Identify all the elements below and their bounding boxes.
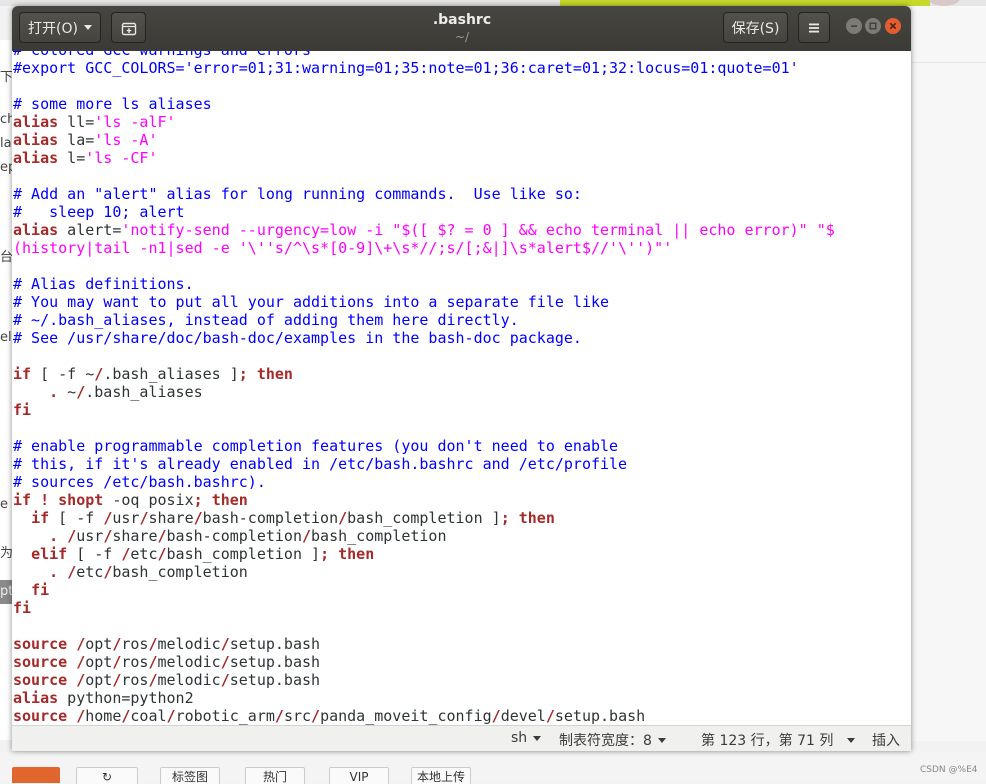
maximize-icon: [869, 22, 877, 30]
new-tab-button[interactable]: [111, 12, 146, 43]
chevron-down-icon: [533, 735, 542, 741]
insert-mode-label: 插入: [872, 733, 900, 749]
minimize-icon: [851, 25, 857, 27]
hamburger-icon: [809, 23, 819, 32]
status-bar: sh 制表符宽度：8 第 123 行，第 71 列 插入: [12, 725, 911, 751]
chevron-down-icon: [657, 737, 666, 743]
background-right-panel: [911, 6, 986, 741]
chevron-down-icon: [83, 25, 92, 30]
background-text-fragment: la: [0, 136, 12, 151]
language-label: sh: [511, 730, 528, 746]
window-subtitle: ~/: [454, 30, 470, 44]
menu-button[interactable]: [798, 12, 830, 43]
insert-mode-indicator[interactable]: 插入: [872, 730, 900, 750]
new-tab-icon: [121, 22, 136, 35]
tab-width-selector[interactable]: 制表符宽度：8: [559, 730, 666, 750]
chevron-down-icon: [847, 737, 856, 743]
background-text-fragment: ep: [0, 160, 12, 175]
window-title-area: .bashrc ~/: [362, 11, 562, 45]
close-icon: [889, 22, 897, 30]
minimize-button[interactable]: [846, 18, 862, 34]
header-bar: 打开(O) .bashrc ~/ 保存(S): [12, 6, 911, 52]
hot-button[interactable]: 热门: [245, 767, 305, 784]
code-content[interactable]: # colored GCC warnings and errors #expor…: [13, 51, 835, 725]
cursor-position-selector[interactable]: 第 123 行，第 71 列: [701, 730, 856, 750]
open-button-label: 打开(O): [28, 20, 78, 37]
background-orange-button[interactable]: [12, 767, 60, 783]
watermark: CSDN @%E4: [920, 765, 978, 775]
background-text-fragment: elt: [0, 330, 12, 345]
open-button[interactable]: 打开(O): [19, 12, 101, 43]
background-text-fragment: ch: [0, 112, 12, 127]
background-bottom-bar: [0, 752, 986, 783]
local-upload-button[interactable]: 本地上传: [411, 767, 471, 784]
close-button[interactable]: [885, 18, 901, 34]
gedit-window: 打开(O) .bashrc ~/ 保存(S) #export GCC_COLOR…: [12, 6, 911, 751]
background-text-fragment: 台: [0, 250, 12, 265]
background-text-fragment: pt: [0, 580, 12, 604]
save-button[interactable]: 保存(S): [723, 12, 788, 43]
tag-button[interactable]: 标签图: [160, 767, 220, 784]
save-button-label: 保存(S): [731, 20, 780, 37]
background-text-fragment: e: [0, 497, 8, 512]
vip-button[interactable]: VIP: [329, 767, 389, 784]
refresh-button[interactable]: ↻: [76, 767, 138, 784]
maximize-button[interactable]: [865, 18, 881, 34]
text-editor[interactable]: # colored GCC warnings and errors #expor…: [12, 51, 911, 725]
refresh-icon: ↻: [101, 770, 113, 784]
background-text-fragment: 下: [0, 70, 12, 85]
background-text-fragment: 为: [0, 546, 12, 561]
window-title: .bashrc: [432, 12, 492, 28]
tab-width-label: 制表符宽度：8: [559, 733, 652, 749]
cursor-position-label: 第 123 行，第 71 列: [701, 733, 834, 749]
background-divider: [911, 62, 986, 63]
language-selector[interactable]: sh: [511, 730, 542, 746]
